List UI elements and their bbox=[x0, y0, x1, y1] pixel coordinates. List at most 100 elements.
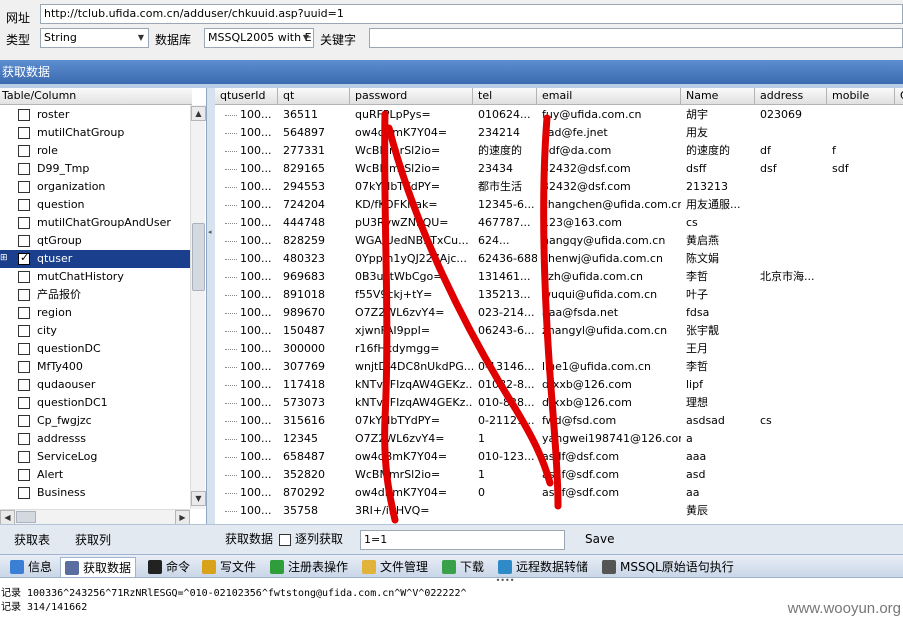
table-row[interactable]: 100... 480323 0Yppm1yQJ227Ajc... 62436-688 c… bbox=[215, 250, 903, 268]
table-row[interactable]: 100... 36511 quRFPLpPys= 010624... fuy@ufida… bbox=[215, 106, 903, 124]
table-row[interactable]: 100... 989670 O7Z2WL6zvY4= 023-214... aaa@fs… bbox=[215, 304, 903, 322]
scroll-thumb[interactable] bbox=[192, 223, 205, 291]
tree-item[interactable]: ServiceLog bbox=[0, 448, 190, 466]
panel-splitter[interactable]: ◂ bbox=[207, 88, 215, 524]
tree-item-checkbox[interactable] bbox=[18, 145, 30, 157]
tree-item[interactable]: role bbox=[0, 142, 190, 160]
tree-item-checkbox[interactable] bbox=[18, 451, 30, 463]
table-row[interactable]: 100... 117418 kNTvEFIzqAW4GEKz... 01082-8..… bbox=[215, 376, 903, 394]
tree-item[interactable]: roster bbox=[0, 106, 190, 124]
tree-item[interactable]: MfTy400 bbox=[0, 358, 190, 376]
toolbar-button[interactable]: 命令 bbox=[144, 557, 194, 577]
tree-item[interactable]: questionDC1 bbox=[0, 394, 190, 412]
tree-item-checkbox[interactable] bbox=[18, 487, 30, 499]
table-row[interactable]: 100... 444748 pU3RvwZNPQU= 467787... 123@163… bbox=[215, 214, 903, 232]
tree-item[interactable]: organization bbox=[0, 178, 190, 196]
tree-item-checkbox[interactable] bbox=[18, 163, 30, 175]
scroll-left-icon[interactable]: ◀ bbox=[0, 510, 15, 525]
tree-item-checkbox[interactable]: ✓ bbox=[18, 251, 30, 265]
tree-item[interactable]: Cp_fwgjzc bbox=[0, 412, 190, 430]
toolbar-button[interactable]: 下载 bbox=[438, 557, 488, 577]
column-header[interactable]: mobile bbox=[827, 88, 895, 105]
tree-item[interactable]: qudaouser bbox=[0, 376, 190, 394]
column-header[interactable]: email bbox=[537, 88, 681, 105]
tree-item[interactable]: questionDC bbox=[0, 340, 190, 358]
tree-item-checkbox[interactable] bbox=[18, 217, 30, 229]
toolbar-button[interactable]: MSSQL原始语句执行 bbox=[598, 557, 738, 577]
tree-item[interactable]: qtGroup bbox=[0, 232, 190, 250]
tree-item[interactable]: region bbox=[0, 304, 190, 322]
table-row[interactable]: 100... 724204 KD/fKOFKNak= 12345-6... zhangc… bbox=[215, 196, 903, 214]
table-row[interactable]: 100... 35758 3RI+/ibHVQ= 黄辰 bbox=[215, 502, 903, 520]
tree-vertical-scrollbar[interactable]: ▲ ▼ bbox=[190, 105, 206, 509]
tree-item[interactable]: question bbox=[0, 196, 190, 214]
tree-item-checkbox[interactable] bbox=[18, 379, 30, 391]
tree-horizontal-scrollbar[interactable]: ◀ ▶ bbox=[0, 509, 190, 525]
tree-item-checkbox[interactable] bbox=[18, 325, 30, 337]
table-row[interactable]: 100... 150487 xjwnFAI9ppI= 06243-6... zhangy… bbox=[215, 322, 903, 340]
row-by-row-checkbox[interactable] bbox=[279, 534, 291, 546]
table-row[interactable]: 100... 307769 wnjtDJ4DC8nUkdPG... 0-13146..… bbox=[215, 358, 903, 376]
tree-item-checkbox[interactable] bbox=[18, 271, 30, 283]
toolbar-button[interactable]: 写文件 bbox=[198, 557, 260, 577]
table-row[interactable]: 100... 573073 kNTvEFIzqAW4GEKz... 010-828..… bbox=[215, 394, 903, 412]
table-row[interactable]: 100... 564897 ow4dBmK7Y04= 234214 sad@fe.jne… bbox=[215, 124, 903, 142]
expand-icon[interactable]: ⊞ bbox=[0, 254, 8, 263]
tree-item[interactable]: city bbox=[0, 322, 190, 340]
tree-item-checkbox[interactable] bbox=[18, 361, 30, 373]
table-row[interactable]: 100... 829165 WcBMmrSl2io= 23434 32432@dsf.c… bbox=[215, 160, 903, 178]
tree-item[interactable]: Alert bbox=[0, 466, 190, 484]
database-select[interactable]: MSSQL2005 with E ▼ bbox=[204, 28, 314, 48]
toolbar-button[interactable]: 远程数据转储 bbox=[494, 557, 592, 577]
toolbar-button[interactable]: 注册表操作 bbox=[266, 557, 352, 577]
tree-item-checkbox[interactable] bbox=[18, 433, 30, 445]
tree-item-checkbox[interactable] bbox=[18, 181, 30, 193]
tree-item-checkbox[interactable] bbox=[18, 415, 30, 427]
table-row[interactable]: 100... 352820 WcBMmrSl2io= 1 asdf@sdf.com asd bbox=[215, 466, 903, 484]
where-clause-input[interactable]: 1=1 bbox=[360, 530, 565, 550]
column-header[interactable]: address bbox=[755, 88, 827, 105]
tree-item-checkbox[interactable] bbox=[18, 199, 30, 211]
tree-item[interactable]: ⊞ ✓ qtuser bbox=[0, 250, 190, 268]
toolbar-button[interactable]: 信息 bbox=[6, 557, 56, 577]
tree-item-checkbox[interactable] bbox=[18, 343, 30, 355]
tree-item[interactable]: addresss bbox=[0, 430, 190, 448]
keyword-input[interactable] bbox=[369, 28, 903, 48]
tree-item[interactable]: mutilChatGroup bbox=[0, 124, 190, 142]
table-row[interactable]: 100... 12345 O7Z2WL6zvY4= 1 yangwei198741@12… bbox=[215, 430, 903, 448]
column-header[interactable]: qt bbox=[278, 88, 350, 105]
column-header[interactable]: Q bbox=[895, 88, 903, 105]
tab-get-columns[interactable]: 获取列 bbox=[75, 529, 111, 551]
table-row[interactable]: 100... 300000 r16fHkdymgg= - 王月 bbox=[215, 340, 903, 358]
tree-item[interactable]: D99_Tmp bbox=[0, 160, 190, 178]
table-row[interactable]: 100... 891018 f55V9ckj+tY= 135213... wuqui@u… bbox=[215, 286, 903, 304]
tree-item[interactable]: mutChatHistory bbox=[0, 268, 190, 286]
scroll-right-icon[interactable]: ▶ bbox=[175, 510, 190, 525]
toolbar-button[interactable]: 文件管理 bbox=[358, 557, 432, 577]
column-header[interactable]: password bbox=[350, 88, 473, 105]
scroll-up-icon[interactable]: ▲ bbox=[191, 106, 206, 121]
tree-item-checkbox[interactable] bbox=[18, 109, 30, 121]
column-header[interactable]: tel bbox=[473, 88, 537, 105]
tree-item-checkbox[interactable] bbox=[18, 397, 30, 409]
toolbar-button[interactable]: 获取数据 bbox=[60, 557, 137, 577]
save-button[interactable]: Save bbox=[585, 531, 614, 547]
table-row[interactable]: 100... 315616 07kYNbTYdPY= 0-21121... fwd@fs… bbox=[215, 412, 903, 430]
tree-item[interactable]: Business bbox=[0, 484, 190, 502]
tab-get-tables[interactable]: 获取表 bbox=[14, 529, 50, 551]
table-row[interactable]: 100... 870292 ow4dBmK7Y04= 0 asdf@sdf.com aa bbox=[215, 484, 903, 502]
type-select[interactable]: String ▼ bbox=[40, 28, 149, 48]
tree-item-checkbox[interactable] bbox=[18, 235, 30, 247]
table-row[interactable]: 100... 828259 WGA/UedNB3TxCu... 624... hangq… bbox=[215, 232, 903, 250]
scroll-down-icon[interactable]: ▼ bbox=[191, 491, 206, 506]
get-data-button[interactable]: 获取数据 bbox=[225, 531, 273, 547]
column-header[interactable]: Name bbox=[681, 88, 755, 105]
url-input[interactable]: http://tclub.ufida.com.cn/adduser/chkuui… bbox=[40, 4, 903, 24]
tree-item-checkbox[interactable] bbox=[18, 289, 30, 301]
scroll-thumb[interactable] bbox=[16, 511, 36, 523]
table-row[interactable]: 100... 277331 WcBMmrSl2io= 的速度的 adf@da.com 的速… bbox=[215, 142, 903, 160]
tree-item-checkbox[interactable] bbox=[18, 307, 30, 319]
column-header[interactable]: qtuserId bbox=[215, 88, 278, 105]
tree-item[interactable]: 产品报价 bbox=[0, 286, 190, 304]
tree-item-checkbox[interactable] bbox=[18, 127, 30, 139]
